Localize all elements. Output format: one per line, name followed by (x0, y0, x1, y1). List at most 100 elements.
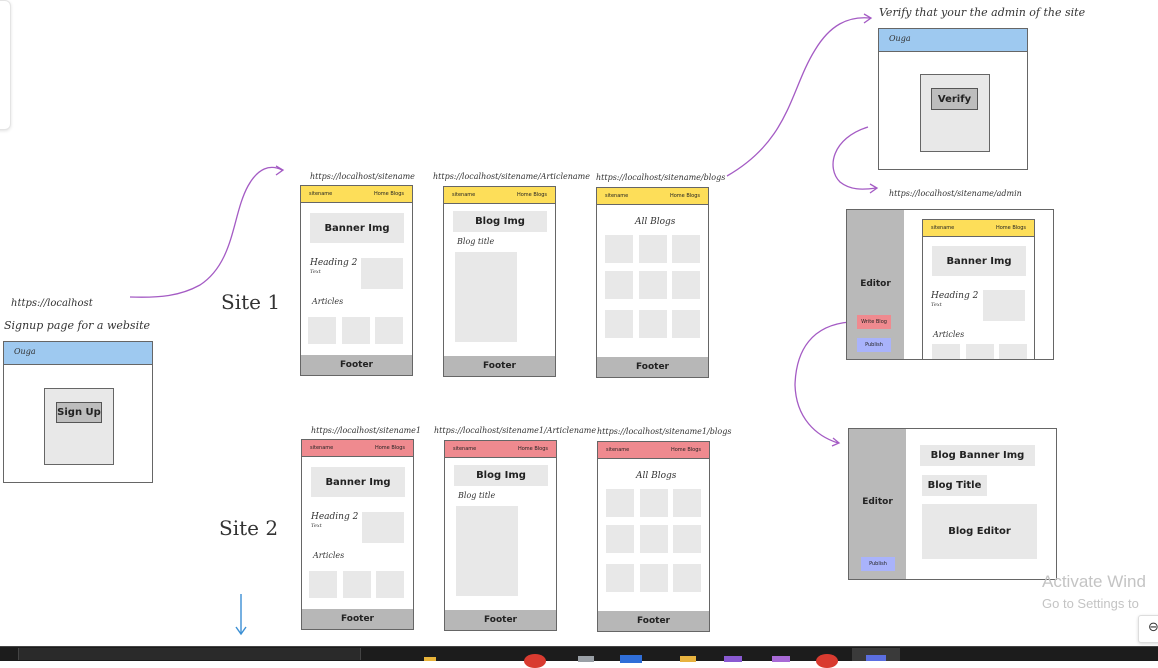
blog-card[interactable] (639, 310, 667, 338)
blog-card[interactable] (605, 310, 633, 338)
all-blogs-label: All Blogs (636, 471, 677, 481)
write-blog-button[interactable]: Write Blog (857, 315, 891, 329)
article-thumb-1[interactable] (308, 317, 336, 344)
footer: Footer (301, 355, 412, 375)
blog-card[interactable] (640, 489, 668, 517)
article-thumb-3[interactable] (999, 344, 1027, 359)
nav-sitename[interactable]: sitename (452, 192, 475, 198)
site2-blogs-nav: sitename Home Blogs (598, 442, 709, 459)
nav-sitename[interactable]: sitename (931, 225, 954, 231)
blog-card[interactable] (673, 564, 701, 592)
blog-card[interactable] (605, 271, 633, 299)
signup-card (44, 388, 114, 465)
blog-card[interactable] (606, 525, 634, 553)
nav-links[interactable]: Home Blogs (518, 446, 548, 452)
blog-card[interactable] (639, 235, 667, 263)
nav-links[interactable]: Home Blogs (517, 192, 547, 198)
verify-header-title: Ouga (889, 34, 911, 43)
nav-links[interactable]: Home Blogs (996, 225, 1026, 231)
browser-icon[interactable] (524, 654, 546, 668)
site2-home-nav: sitename Home Blogs (302, 440, 413, 457)
editor-frame: Editor Publish Blog Banner Img Blog Titl… (848, 428, 1057, 580)
down-arrow (235, 594, 247, 636)
blog-card[interactable] (640, 564, 668, 592)
article-thumb-3[interactable] (376, 571, 404, 598)
blog-card[interactable] (673, 489, 701, 517)
folder-icon[interactable] (424, 657, 436, 661)
active-app-glyph (866, 655, 886, 661)
editor-label: Editor (862, 497, 893, 507)
admin-publish-button[interactable]: Publish (857, 338, 891, 352)
article-thumb-2[interactable] (343, 571, 371, 598)
blog-card[interactable] (605, 235, 633, 263)
blog-card[interactable] (672, 310, 700, 338)
article-thumb-1[interactable] (932, 344, 960, 359)
heading-2: Heading 2 (310, 258, 358, 268)
nav-links[interactable]: Home Blogs (671, 447, 701, 453)
signup-button[interactable]: Sign Up (56, 402, 102, 423)
blog-card[interactable] (672, 235, 700, 263)
verify-button[interactable]: Verify (931, 88, 978, 110)
files-icon[interactable] (578, 656, 594, 662)
site2-label: Site 2 (219, 516, 279, 540)
app-icon-violet[interactable] (772, 656, 790, 662)
blog-card[interactable] (640, 525, 668, 553)
blog-title: Blog title (458, 491, 496, 500)
footer: Footer (598, 611, 709, 631)
site1-article-nav: sitename Home Blogs (444, 187, 555, 204)
blog-editor-label: Blog Editor (948, 526, 1011, 537)
site1-home-nav: sitename Home Blogs (301, 186, 412, 203)
nav-sitename[interactable]: sitename (605, 193, 628, 199)
article-thumb-3[interactable] (375, 317, 403, 344)
footer: Footer (597, 357, 708, 377)
verify-caption: Verify that your the admin of the site (879, 6, 1086, 19)
app-icon-purple[interactable] (724, 656, 742, 662)
blog-card[interactable] (606, 564, 634, 592)
site1-article-url: https://localhost/sitename/Articlename (433, 172, 591, 181)
heading-text: Text (311, 523, 322, 529)
blog-banner-label: Blog Banner Img (930, 450, 1025, 461)
heading-image (361, 258, 403, 289)
taskbar-search-box[interactable] (18, 648, 361, 660)
nav-links[interactable]: Home Blogs (375, 445, 405, 451)
signup-url: https://localhost (11, 298, 93, 309)
verify-card (920, 74, 990, 152)
banner-img-label: Banner Img (946, 255, 1012, 267)
admin-frame: Editor Write Blog Publish sitename Home … (846, 209, 1054, 360)
activate-windows-title: Activate Wind (1042, 572, 1146, 591)
zoom-control[interactable]: ⊖ (1138, 615, 1158, 643)
nav-sitename[interactable]: sitename (310, 445, 333, 451)
admin-url: https://localhost/sitename/admin (889, 189, 1022, 198)
nav-sitename[interactable]: sitename (606, 447, 629, 453)
site2-blogs-url: https://localhost/sitename1/blogs (597, 427, 732, 436)
blog-card[interactable] (606, 489, 634, 517)
nav-sitename[interactable]: sitename (309, 191, 332, 197)
blog-card[interactable] (639, 271, 667, 299)
zoom-out-icon[interactable]: ⊖ (1148, 620, 1158, 635)
nav-links[interactable]: Home Blogs (670, 193, 700, 199)
app-icon-red[interactable] (816, 654, 838, 668)
article-thumb-2[interactable] (342, 317, 370, 344)
editor-publish-button[interactable]: Publish (861, 557, 895, 571)
heading-image (983, 290, 1025, 321)
blog-card[interactable] (673, 525, 701, 553)
article-thumb-2[interactable] (966, 344, 994, 359)
site2-article-url: https://localhost/sitename1/Articlename (434, 426, 597, 435)
footer: Footer (302, 609, 413, 629)
store-icon[interactable] (620, 655, 642, 663)
blog-card[interactable] (672, 271, 700, 299)
admin-editor-label: Editor (860, 279, 891, 289)
site2-article-nav: sitename Home Blogs (445, 441, 556, 458)
site2-home-url: https://localhost/sitename1 (311, 426, 422, 435)
heading-text: Text (931, 302, 942, 308)
taskbar (0, 646, 1158, 668)
admin-preview-nav: sitename Home Blogs (923, 220, 1034, 237)
app-icon-yellow[interactable] (680, 656, 696, 662)
heading-2: Heading 2 (311, 512, 359, 522)
article-thumb-1[interactable] (309, 571, 337, 598)
nav-sitename[interactable]: sitename (453, 446, 476, 452)
nav-links[interactable]: Home Blogs (374, 191, 404, 197)
site1-blogs-page: sitename Home Blogs All Blogs Footer (596, 187, 709, 378)
banner-img-label: Banner Img (324, 222, 390, 234)
site1-home-url: https://localhost/sitename (310, 172, 415, 181)
